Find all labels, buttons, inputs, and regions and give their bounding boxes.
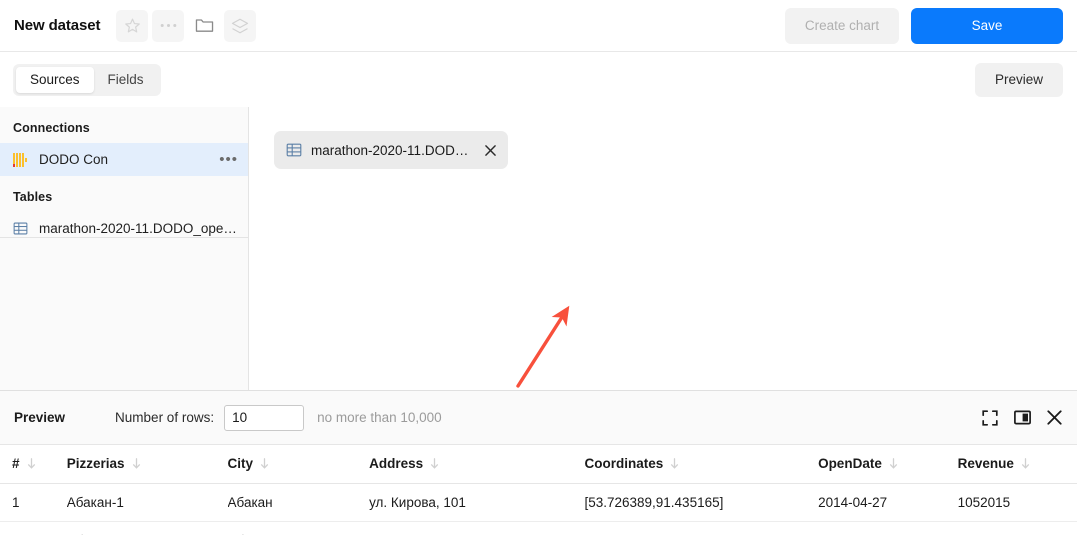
connections-heading: Connections bbox=[13, 121, 90, 135]
header-actions: Create chart Save bbox=[785, 7, 1063, 44]
cell-revenue: 1052015 bbox=[957, 494, 1011, 510]
column-header-pizzerias[interactable]: Pizzerias bbox=[67, 445, 228, 483]
fullscreen-icon[interactable] bbox=[981, 409, 999, 427]
cell-address: ул. Кирова, 101 bbox=[369, 494, 466, 510]
column-label: Revenue bbox=[957, 456, 1014, 472]
sort-arrow-icon bbox=[27, 458, 35, 469]
table-icon bbox=[286, 142, 302, 158]
cell-address: ул. Советов, 62 bbox=[369, 521, 584, 535]
app-header: New dataset Create chart Save bbox=[0, 0, 1077, 52]
header-icon-group bbox=[116, 9, 257, 42]
column-header-city[interactable]: City bbox=[228, 445, 370, 483]
cell-coordinates: [44.862142,38.169255] bbox=[584, 521, 818, 535]
editor-body: Connections DODO Con ••• Tables marathon… bbox=[0, 107, 1077, 390]
table-body: 1 Абакан-1 Абакан ул. Кирова, 101 [53.72… bbox=[0, 483, 1077, 535]
close-icon[interactable] bbox=[1045, 409, 1063, 427]
star-icon[interactable] bbox=[116, 9, 149, 42]
preview-toolbar: Preview Number of rows: no more than 10,… bbox=[0, 391, 1077, 445]
table-icon bbox=[13, 221, 28, 236]
create-chart-button[interactable]: Create chart bbox=[785, 7, 899, 44]
column-label: Address bbox=[369, 456, 424, 472]
column-header-opendate[interactable]: OpenDate bbox=[818, 445, 958, 483]
column-header-revenue[interactable]: Revenue bbox=[958, 445, 1077, 483]
sort-arrow-icon bbox=[132, 458, 140, 469]
folder-icon[interactable] bbox=[188, 10, 220, 42]
cell-revenue: 784859 bbox=[958, 521, 1077, 535]
cell-pizzerias: Абакан-1 bbox=[66, 494, 124, 510]
cell-opendate: 2016-04-24 bbox=[818, 521, 958, 535]
cell-num: 2 bbox=[0, 521, 67, 535]
cell-city: Абакан bbox=[227, 494, 273, 510]
preview-data-table: # Pizzerias City Address Coordinates Ope… bbox=[0, 445, 1077, 535]
tab-sources[interactable]: Sources bbox=[16, 66, 94, 93]
tab-strip: Sources Fields Preview bbox=[0, 52, 1077, 107]
sidebar-item-connection-dodo-con[interactable]: DODO Con ••• bbox=[0, 143, 248, 176]
preview-title: Preview bbox=[14, 410, 66, 425]
column-label: City bbox=[227, 456, 254, 472]
layers-icon[interactable] bbox=[224, 9, 257, 42]
table-label: marathon-2020-11.DODO_opend… bbox=[39, 221, 238, 236]
split-panel-icon[interactable] bbox=[1013, 409, 1031, 427]
tab-fields[interactable]: Fields bbox=[94, 67, 158, 93]
cell-city: Абинск bbox=[228, 521, 370, 535]
sort-arrow-icon bbox=[671, 458, 679, 469]
sources-fields-segmented-control: Sources Fields bbox=[13, 63, 161, 96]
column-header-num[interactable]: # bbox=[0, 445, 67, 483]
close-icon[interactable] bbox=[482, 142, 498, 158]
rows-count-input[interactable] bbox=[224, 404, 305, 431]
page-title: New dataset bbox=[14, 17, 101, 34]
tables-heading: Tables bbox=[13, 190, 53, 204]
column-header-address[interactable]: Address bbox=[369, 445, 584, 483]
connection-label: DODO Con bbox=[39, 152, 109, 167]
table-header: # Pizzerias City Address Coordinates Ope… bbox=[0, 445, 1077, 483]
column-label: Coordinates bbox=[584, 456, 664, 472]
rows-limit-hint: no more than 10,000 bbox=[317, 410, 442, 425]
sort-arrow-icon bbox=[889, 458, 897, 469]
cell-num: 1 bbox=[12, 494, 20, 510]
column-header-coordinates[interactable]: Coordinates bbox=[584, 445, 818, 483]
cell-coordinates: [53.726389,91.435165] bbox=[584, 494, 724, 510]
cell-opendate: 2014-04-27 bbox=[818, 494, 888, 510]
source-table-chip[interactable]: marathon-2020-11.DODO_o… bbox=[274, 131, 508, 169]
clickhouse-icon bbox=[13, 152, 28, 167]
preview-panel-controls bbox=[981, 409, 1063, 427]
sidebar: Connections DODO Con ••• Tables marathon… bbox=[0, 107, 249, 390]
column-label: # bbox=[12, 456, 20, 472]
dataset-editor-app: New dataset Create chart Save Sources Fi… bbox=[0, 0, 1077, 535]
sort-arrow-icon bbox=[260, 458, 269, 469]
table-row[interactable]: 2 Абинск-1 Абинск ул. Советов, 62 [44.86… bbox=[0, 521, 1077, 535]
preview-button[interactable]: Preview bbox=[974, 62, 1063, 97]
save-button[interactable]: Save bbox=[911, 7, 1063, 44]
table-row[interactable]: 1 Абакан-1 Абакан ул. Кирова, 101 [53.72… bbox=[0, 483, 1077, 521]
annotation-arrow-icon bbox=[516, 305, 570, 388]
connection-more-icon[interactable]: ••• bbox=[219, 152, 238, 167]
cell-pizzerias: Абинск-1 bbox=[67, 521, 228, 535]
source-table-chip-label: marathon-2020-11.DODO_o… bbox=[311, 142, 471, 158]
sidebar-item-table-marathon[interactable]: marathon-2020-11.DODO_opend… bbox=[0, 212, 248, 245]
sort-arrow-icon bbox=[431, 458, 439, 469]
column-label: OpenDate bbox=[818, 456, 882, 472]
more-horizontal-icon[interactable] bbox=[152, 9, 185, 42]
workspace-canvas[interactable]: marathon-2020-11.DODO_o… bbox=[249, 107, 1077, 390]
table-header-row: # Pizzerias City Address Coordinates Ope… bbox=[0, 445, 1077, 483]
rows-count-label: Number of rows: bbox=[115, 410, 215, 425]
preview-panel: Preview Number of rows: no more than 10,… bbox=[0, 390, 1077, 535]
sort-arrow-icon bbox=[1021, 458, 1029, 469]
column-label: Pizzerias bbox=[66, 456, 125, 472]
